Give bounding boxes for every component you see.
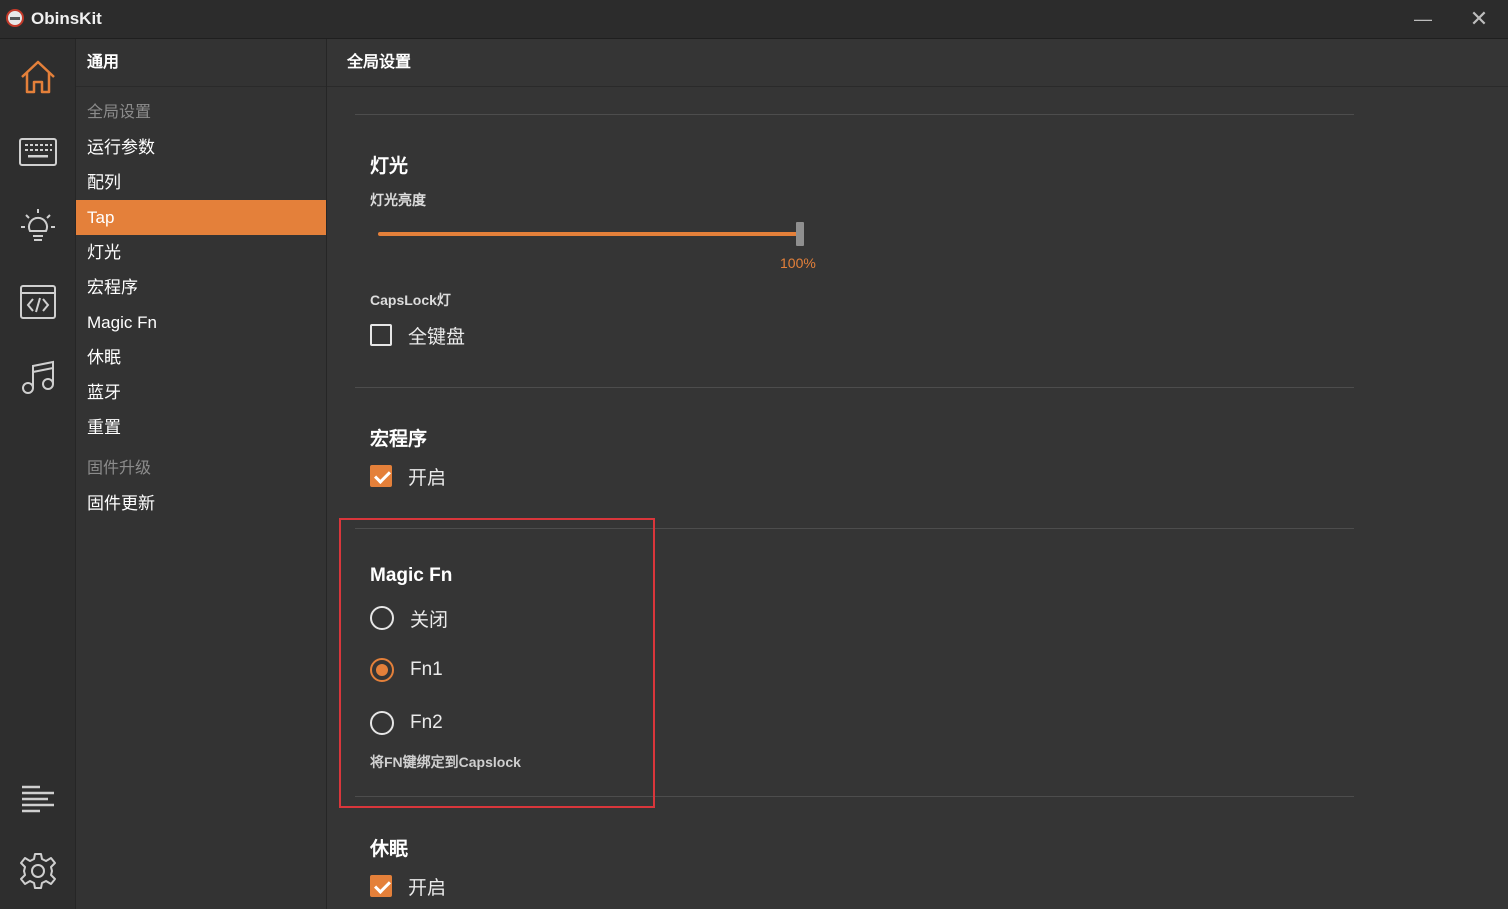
close-button[interactable]: ✕ bbox=[1465, 6, 1493, 32]
nav-item-firmware-update[interactable]: 固件更新 bbox=[76, 486, 326, 521]
checkbox-box[interactable] bbox=[370, 324, 392, 346]
home-icon[interactable] bbox=[18, 57, 58, 97]
nav-item-macro[interactable]: 宏程序 bbox=[76, 270, 326, 305]
macro-title: 宏程序 bbox=[370, 429, 428, 450]
brightness-slider-thumb[interactable] bbox=[796, 222, 804, 246]
nav-item-reset[interactable]: 重置 bbox=[76, 410, 326, 445]
checkbox-label: 全键盘 bbox=[408, 326, 466, 348]
capslock-full-keyboard-checkbox[interactable]: 全键盘 bbox=[370, 322, 465, 348]
nav-item-tap[interactable]: Tap bbox=[76, 200, 326, 235]
list-icon[interactable] bbox=[18, 777, 58, 817]
app-logo-icon bbox=[6, 9, 24, 27]
gear-icon[interactable] bbox=[18, 851, 58, 891]
settings-nav: 通用 全局设置 运行参数 配列 Tap 灯光 宏程序 Magic Fn 休眠 蓝… bbox=[76, 39, 327, 909]
capslock-light-label: CapsLock灯 bbox=[370, 292, 451, 308]
brightness-label: 灯光亮度 bbox=[370, 192, 426, 208]
music-icon[interactable] bbox=[18, 357, 58, 397]
code-icon[interactable] bbox=[18, 282, 58, 322]
main-panel: 全局设置 灯光 灯光亮度 100% CapsLock灯 全键盘 宏程序 开启 M… bbox=[327, 39, 1508, 909]
keyboard-icon[interactable] bbox=[18, 132, 58, 172]
title-bar: ObinsKit — ✕ bbox=[0, 0, 1508, 39]
nav-item-runtime-params[interactable]: 运行参数 bbox=[76, 130, 326, 165]
nav-item-layout[interactable]: 配列 bbox=[76, 165, 326, 200]
sleep-title: 休眠 bbox=[370, 839, 409, 860]
sleep-enable-checkbox[interactable]: 开启 bbox=[370, 873, 446, 899]
brightness-value: 100% bbox=[780, 255, 816, 271]
brightness-slider-track[interactable] bbox=[378, 232, 802, 236]
nav-item-bluetooth[interactable]: 蓝牙 bbox=[76, 375, 326, 410]
magic-fn-highlight-box bbox=[339, 518, 655, 808]
icon-rail bbox=[0, 39, 76, 909]
nav-section-global: 全局设置 bbox=[87, 104, 152, 121]
nav-item-lighting[interactable]: 灯光 bbox=[76, 235, 326, 270]
section-divider bbox=[355, 387, 1354, 388]
minimize-button[interactable]: — bbox=[1409, 6, 1437, 32]
app-title: ObinsKit bbox=[31, 9, 102, 28]
checkbox-box[interactable] bbox=[370, 875, 392, 897]
page-title: 全局设置 bbox=[327, 39, 1508, 87]
nav-header: 通用 bbox=[76, 39, 326, 87]
nav-section-firmware: 固件升级 bbox=[87, 460, 152, 477]
nav-item-sleep[interactable]: 休眠 bbox=[76, 340, 326, 375]
macro-enable-checkbox[interactable]: 开启 bbox=[370, 463, 446, 489]
checkbox-label: 开启 bbox=[408, 877, 447, 899]
checkbox-box[interactable] bbox=[370, 465, 392, 487]
section-divider bbox=[355, 114, 1354, 115]
light-bulb-icon[interactable] bbox=[18, 207, 58, 247]
nav-item-magic-fn[interactable]: Magic Fn bbox=[76, 305, 326, 340]
lighting-title: 灯光 bbox=[370, 156, 409, 177]
checkbox-label: 开启 bbox=[408, 467, 447, 489]
